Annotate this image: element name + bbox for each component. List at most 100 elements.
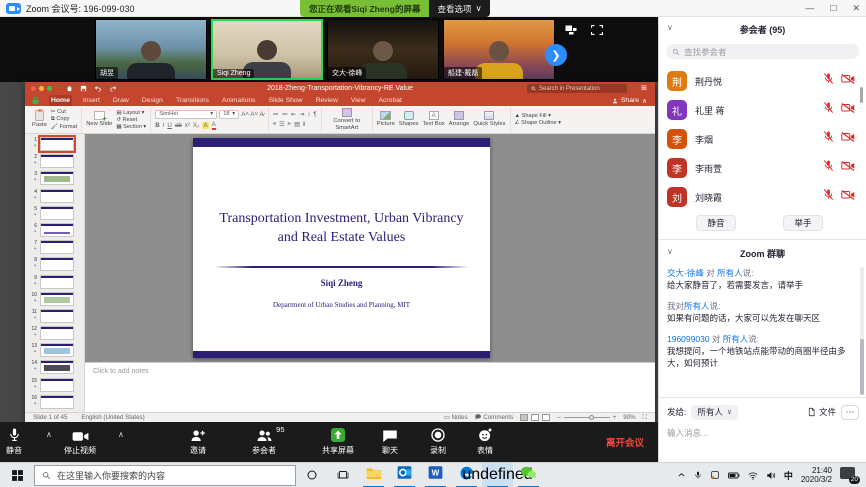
section-button[interactable]: ▦ Section ▾ [116,124,146,130]
fullscreen-icon[interactable] [591,25,603,35]
font-size-select[interactable]: 18▾ [219,110,239,119]
minimize-button[interactable]: — [805,3,814,13]
numbering-button[interactable]: ≕ [282,111,288,118]
slide-thumbnail-item[interactable]: 10✦ [29,292,84,309]
ppt-tab-design[interactable]: Design [140,95,165,106]
explorer-taskbar-button[interactable] [358,463,389,487]
ime-indicator[interactable]: 中 [784,469,793,482]
ppt-search-box[interactable]: Search in Presentation [527,84,627,93]
slide-thumbnail-item[interactable]: 6✦ [29,223,84,240]
quick-styles-button[interactable]: Quick Styles [473,111,505,127]
slide-thumbnail-item[interactable]: 1✦ [29,137,84,154]
stop-video-button[interactable]: 停止视频 [64,426,96,456]
collapse-chat-icon[interactable]: ∨ [667,247,673,256]
participants-button[interactable]: 95参会者 [252,426,276,456]
cut-button[interactable]: ✂ Cut [51,109,77,115]
new-slide-button[interactable]: New Slide [86,111,112,127]
indent-button[interactable]: ⇥ [299,111,304,118]
slide-thumbnail[interactable] [40,223,74,237]
bullets-button[interactable]: ≔ [273,111,279,118]
slide-thumbnail-item[interactable]: 3✦ [29,171,84,188]
italic-button[interactable]: I [163,122,165,129]
convert-smartart-button[interactable]: Convert to SmartArt [326,108,368,131]
slide-thumbnail-item[interactable]: 16✦ [29,395,84,412]
slide-thumbnail[interactable] [40,137,74,151]
text-direction-button[interactable]: ¶ [313,111,316,118]
view-options-button[interactable]: 查看选项∨ [429,0,489,17]
slide-thumbnail[interactable] [40,275,74,289]
cortana-button[interactable] [296,463,327,487]
ppt-tab-insert[interactable]: Insert [81,95,102,106]
mute-me-button[interactable]: 静音 [696,215,736,231]
participant-row[interactable]: 荆荆丹悦 [659,67,866,95]
slide-thumbnail[interactable] [40,154,74,168]
slide-thumbnail[interactable] [40,206,74,220]
strikethrough-button[interactable]: ab [175,122,182,129]
tray-mic-icon[interactable] [694,470,702,480]
zoom-taskbar-button[interactable]: undefined [482,463,513,487]
send-to-select[interactable]: 所有人∨ [691,405,738,420]
slide-thumbnail[interactable] [40,240,74,254]
chevron-up-icon[interactable]: ∧ [118,430,124,439]
outlook-taskbar-button[interactable] [389,463,420,487]
word-taskbar-button[interactable]: W [420,463,451,487]
outdent-button[interactable]: ⇤ [291,111,296,118]
task-view-button[interactable] [327,463,358,487]
picture-button[interactable]: Picture [377,111,395,127]
paste-button[interactable]: Paste [32,110,47,128]
slide-thumbnail[interactable] [40,257,74,271]
mute-button[interactable]: 静音 [6,426,22,456]
start-button[interactable] [0,463,34,487]
participant-row[interactable]: 刘刘晓霞 [659,183,866,211]
slide-thumbnail-item[interactable]: 13✦ [29,343,84,360]
justify-button[interactable]: ▤ [294,121,300,128]
slide-thumbnail-item[interactable]: 5✦ [29,206,84,223]
record-button[interactable]: 录制 [430,426,446,456]
slide-thumbnail-item[interactable]: 11✦ [29,309,84,326]
shape-fill-button[interactable]: ▲ Shape Fill ▾ [515,113,561,119]
slide-thumbnail-item[interactable]: 7✦ [29,240,84,257]
superscript-button[interactable]: x² [185,122,190,129]
redo-icon[interactable] [109,85,117,92]
slide-thumbnail[interactable] [40,309,74,323]
ppt-tab-animations[interactable]: Animations [220,95,258,106]
slide-thumbnail[interactable] [40,378,74,392]
slide-thumbnail[interactable] [40,189,74,203]
participants-scrollbar[interactable] [860,87,863,103]
notification-center-button[interactable]: 20 [840,466,860,484]
file-button[interactable]: 文件 [807,406,836,418]
video-tile[interactable]: 交大-徐峰 [327,19,439,80]
text-box-button[interactable]: AText Box [422,111,444,127]
line-spacing-button[interactable]: ↕ [307,111,310,118]
ppt-tab-slide-show[interactable]: Slide Show [267,95,305,106]
align-center-button[interactable]: ☰ [279,121,285,128]
chat-scrollbar[interactable] [860,339,864,395]
slide-thumbnail[interactable] [40,360,74,374]
format-painter-button[interactable]: 🖌 Format [51,124,77,130]
slide-thumbnail[interactable] [40,395,74,409]
taskbar-clock[interactable]: 21:40 2020/3/2 [801,466,832,484]
video-tile[interactable]: Siqi Zheng [211,19,323,80]
raise-hand-button[interactable]: 举手 [783,215,823,231]
chevron-up-icon[interactable]: ∧ [46,430,52,439]
participant-row[interactable]: 李李雨萱 [659,154,866,182]
slide-thumbnail-item[interactable]: 2✦ [29,154,84,171]
ppt-tab-transitions[interactable]: Transitions [174,95,211,106]
ppt-tab-acrobat[interactable]: Acrobat [376,95,403,106]
slide-thumbnail[interactable] [40,343,74,357]
participant-row[interactable]: 礼礼里 蒋 [659,96,866,124]
notes-pane[interactable]: Click to add notes [85,362,655,412]
next-videos-button[interactable]: ❯ [545,44,567,66]
home-icon[interactable] [66,85,73,92]
leave-meeting-button[interactable]: 离开会议 [606,435,644,449]
slide-thumbnail[interactable] [40,171,74,185]
gallery-view-icon[interactable] [565,25,577,35]
zoom-percent[interactable]: 90% [623,414,635,421]
volume-icon[interactable] [766,471,776,480]
ppt-tab-view[interactable]: View [349,95,368,106]
bold-button[interactable]: B [155,122,159,129]
wechat-taskbar-button[interactable] [513,463,544,487]
align-right-button[interactable]: ⫸ [288,120,292,128]
ppt-tab-home[interactable]: Home [49,95,72,106]
tray-expand-icon[interactable] [677,471,686,479]
